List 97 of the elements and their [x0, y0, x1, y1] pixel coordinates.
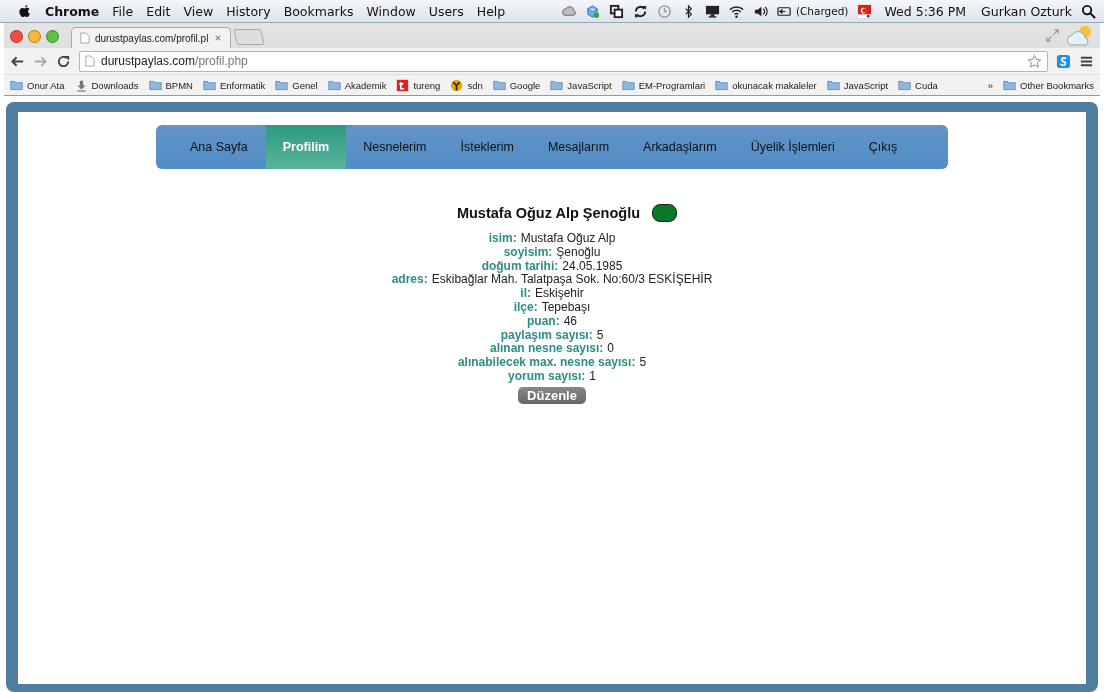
flag-icon[interactable] [857, 3, 873, 19]
folder-icon [550, 78, 564, 92]
field-label: paylaşım sayısı: [500, 328, 593, 343]
page-icon [85, 55, 95, 67]
reload-icon[interactable] [56, 53, 71, 69]
battery-status: (Charged) [795, 5, 849, 17]
field-value: 46 [563, 314, 577, 329]
bookmark-item[interactable]: Other Bookmarks [1003, 78, 1094, 92]
folder-icon [202, 78, 216, 92]
menu-item[interactable]: Window [366, 3, 416, 19]
tab-title: durustpaylas.com/profil.pl [95, 32, 209, 44]
app-menu[interactable]: Chrome [45, 3, 100, 19]
field-label: alınabilecek max. nesne sayısı: [457, 356, 636, 370]
nav-tab[interactable]: Çıkış [851, 125, 915, 169]
field-label: doğum tarihi: [481, 259, 559, 274]
apple-logo-icon[interactable] [18, 3, 31, 19]
sync-icon[interactable] [632, 3, 648, 19]
search-icon[interactable] [1081, 3, 1096, 19]
star-icon[interactable] [1027, 53, 1042, 69]
menu-item[interactable]: History [226, 3, 271, 19]
field-value: Tepebaşı [541, 301, 591, 315]
nav-tab[interactable]: Üyelik İşlemleri [733, 125, 852, 169]
folder-icon [492, 78, 506, 92]
close-icon[interactable] [214, 34, 222, 42]
menu-item[interactable]: View [183, 3, 214, 19]
cloud-icon[interactable] [560, 3, 576, 19]
volume-icon[interactable] [752, 3, 768, 19]
folder-icon [826, 78, 840, 92]
bookmark-item[interactable]: Genel [275, 78, 318, 92]
bookmark-item[interactable]: tureng [396, 78, 441, 92]
edit-button[interactable]: Düzenle [518, 386, 586, 404]
field-value: 5 [596, 328, 604, 343]
zoom-button[interactable] [46, 30, 59, 43]
nav-tab[interactable]: Ana Sayfa [176, 125, 266, 169]
clock-icon[interactable] [656, 3, 672, 19]
bookmark-item[interactable]: Enformatik [202, 78, 266, 92]
bookmark-item[interactable]: JavaScript [826, 78, 889, 92]
folder-icon [148, 78, 162, 92]
field-label: ilçe: [513, 301, 538, 315]
field-value: 5 [639, 356, 647, 370]
display-icon[interactable] [704, 3, 720, 19]
bookmark-item[interactable]: EM-Programlari [621, 78, 706, 92]
field-value: Eskibağlar Mah. Talatpaşa Sok. No:60/3 ESKİŞEHİR [431, 273, 713, 288]
nav-tab[interactable]: Nesnelerim [346, 125, 444, 169]
folder-icon [1003, 78, 1017, 92]
close-button[interactable] [10, 30, 23, 43]
bookmark-item[interactable]: BPMN [148, 78, 193, 92]
nav-tab[interactable]: Arkadaşlarım [626, 125, 734, 169]
field-label: il: [520, 287, 531, 301]
field-value: Eskişehir [535, 287, 584, 301]
bookmark-item[interactable]: Downloads [74, 78, 139, 92]
bookmark-item[interactable]: okunacak makaleler [715, 78, 817, 92]
nav-tab[interactable]: Mesajlarım [530, 125, 627, 169]
overflow-button[interactable]: » [987, 79, 994, 91]
download-icon [74, 78, 88, 92]
menu-item[interactable]: File [112, 3, 134, 19]
field-label: alınan nesne sayısı: [489, 342, 604, 357]
field-value: Şenoğlu [556, 245, 601, 260]
wifi-icon[interactable] [728, 3, 744, 19]
profile-name: Mustafa Oğuz Alp Şenoğlu [456, 205, 641, 221]
bookmark-item[interactable]: Cuda [898, 78, 938, 92]
address-field[interactable]: durustpaylas.com/profil.php [79, 50, 1048, 72]
field-label: isim: [488, 232, 517, 246]
folder-icon [715, 78, 729, 92]
folder-icon [10, 78, 23, 92]
folder-icon [327, 78, 341, 92]
page-icon [80, 32, 90, 44]
bookmark-item[interactable]: sdn [450, 78, 483, 92]
field-label: soyisim: [503, 245, 553, 260]
folder-icon [621, 78, 635, 92]
windows-icon[interactable] [608, 3, 624, 19]
box-icon[interactable] [584, 3, 600, 19]
field-value: 1 [589, 369, 597, 384]
folder-icon [898, 78, 912, 92]
menu-item[interactable]: Users [428, 3, 464, 19]
tureng-icon [396, 78, 410, 92]
folder-icon [275, 78, 289, 92]
menu-item[interactable]: Bookmarks [283, 3, 354, 19]
bookmark-item[interactable]: Onur Ata [10, 78, 65, 92]
sdn-icon [450, 78, 464, 92]
menu-item[interactable]: Help [476, 3, 506, 19]
field-label: adres: [391, 273, 428, 288]
field-value: 0 [607, 342, 615, 357]
field-value: 24.05.1985 [562, 259, 623, 274]
field-label: puan: [527, 314, 560, 329]
minimize-button[interactable] [28, 30, 41, 43]
extension-icon[interactable] [1056, 53, 1071, 69]
browser-tab[interactable]: durustpaylas.com/profil.pl [71, 27, 231, 48]
nav-tab[interactable]: İsteklerim [443, 125, 531, 169]
menu-item[interactable]: Edit [146, 3, 171, 19]
bookmark-item[interactable]: Google [492, 78, 541, 92]
bookmark-item[interactable]: JavaScript [550, 78, 612, 92]
clock[interactable]: Wed 5:36 PM [884, 3, 967, 19]
field-value: Mustafa Oğuz Alp [520, 232, 616, 246]
bookmark-item[interactable]: Akademik [327, 78, 387, 92]
field-label: yorum sayısı: [507, 369, 586, 384]
user-name[interactable]: Gurkan Ozturk [981, 3, 1072, 19]
